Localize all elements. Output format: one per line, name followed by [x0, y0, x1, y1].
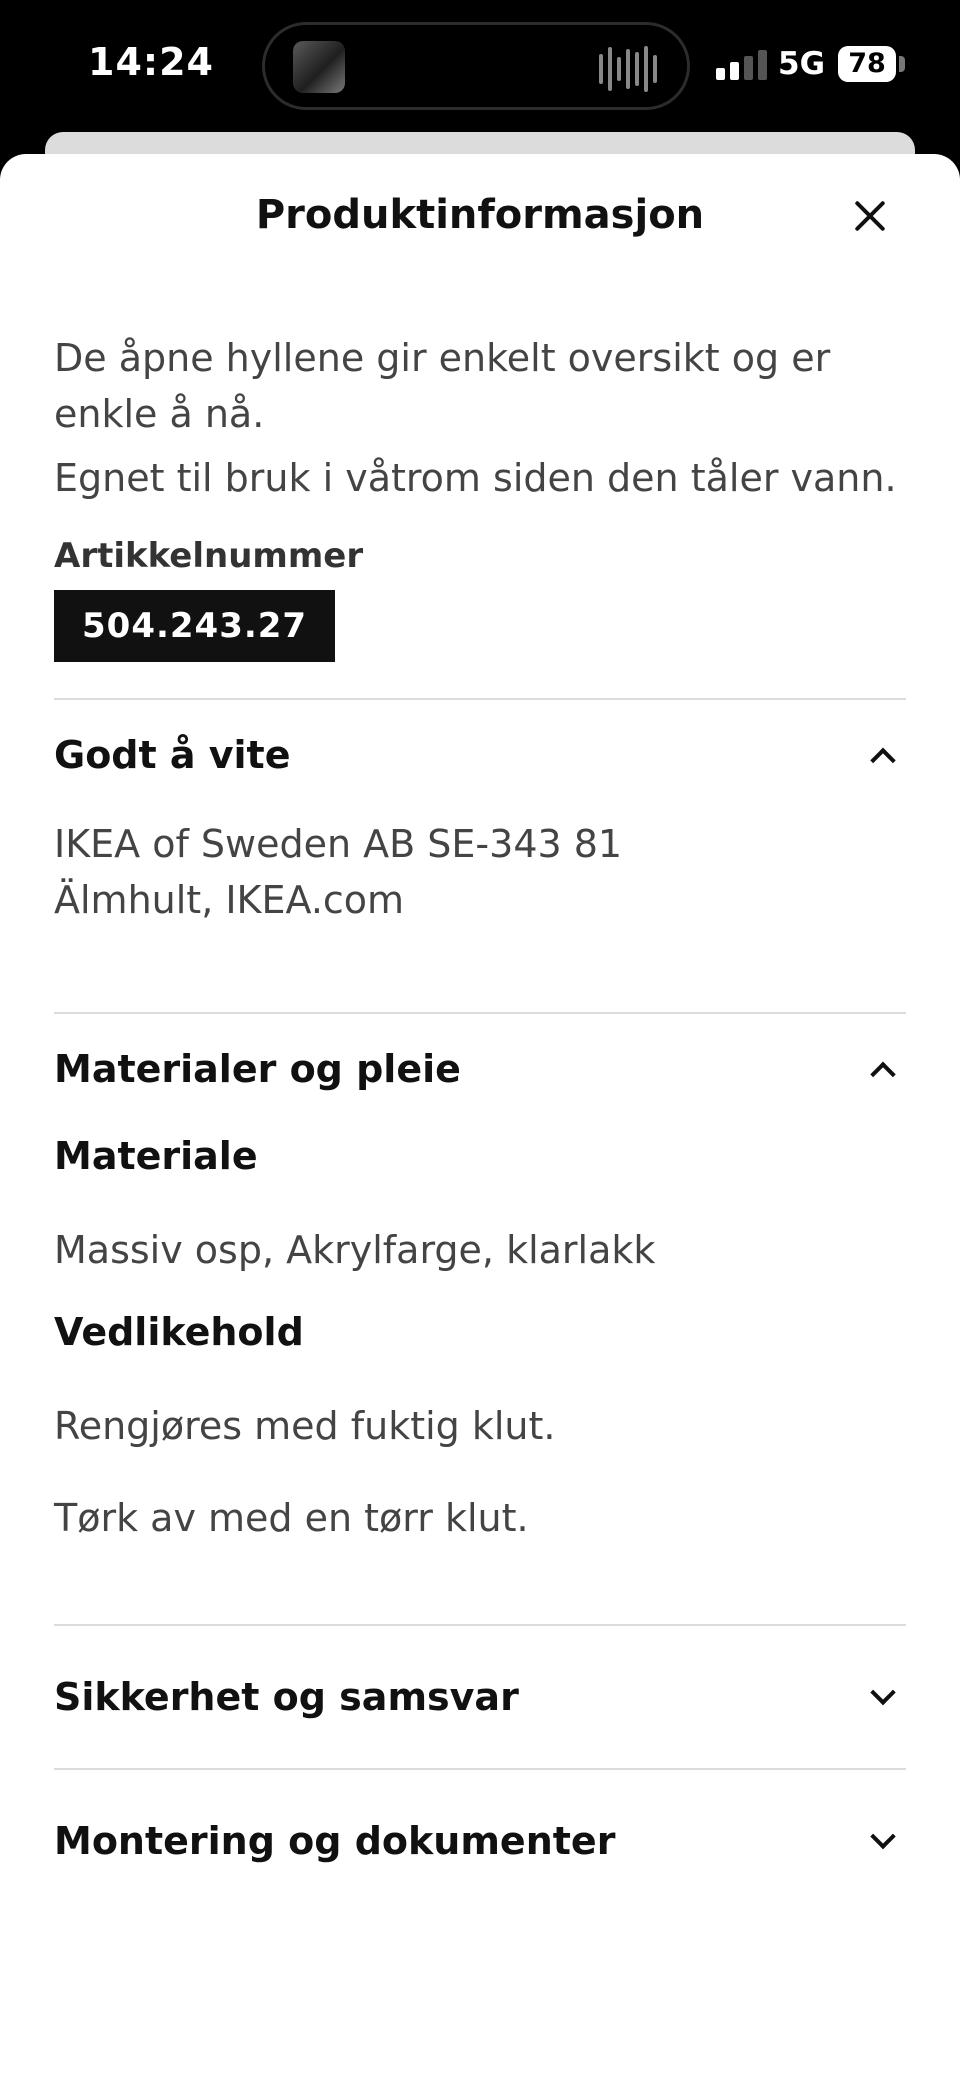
care-text-2: Tørk av med en tørr klut. — [54, 1496, 529, 1540]
section-materials-care: Materialer og pleie Materiale Massiv osp… — [54, 1012, 906, 1624]
description-text: De åpne hyllene gir enkelt oversikt og e… — [54, 336, 831, 436]
cellular-signal-icon — [716, 50, 767, 80]
chevron-down-icon — [870, 1823, 896, 1850]
chevron-down-icon — [870, 1679, 896, 1706]
section-title: Godt å vite — [54, 733, 291, 777]
section-assembly-documents-header[interactable]: Montering og dokumenter — [54, 1770, 906, 1912]
section-safety-compliance-header[interactable]: Sikkerhet og samsvar — [54, 1626, 906, 1768]
good-to-know-text: IKEA of Sweden AB SE-343 81 — [54, 822, 623, 866]
care-heading: Vedlikehold — [54, 1310, 304, 1354]
product-info-sheet: Produktinformasjon De åpne hyllene gir e… — [0, 154, 960, 2081]
description-text-2: Egnet til bruk i våtrom siden den tåler … — [54, 456, 897, 500]
material-text: Massiv osp, Akrylfarge, klarlakk — [54, 1228, 656, 1272]
section-title: Materialer og pleie — [54, 1047, 461, 1091]
good-to-know-text-2: Älmhult, IKEA.com — [54, 878, 405, 922]
section-materials-care-header[interactable]: Materialer og pleie — [54, 1014, 906, 1124]
section-good-to-know-header[interactable]: Godt å vite — [54, 700, 906, 810]
section-title: Sikkerhet og samsvar — [54, 1675, 519, 1719]
sheet-content: De åpne hyllene gir enkelt oversikt og e… — [54, 330, 906, 1912]
article-number-label: Artikkelnummer — [54, 536, 364, 576]
article-number-badge: 504.243.27 — [54, 590, 336, 662]
section-title: Montering og dokumenter — [54, 1819, 616, 1863]
network-type: 5G — [778, 46, 826, 82]
battery-nub — [899, 56, 905, 72]
chevron-up-icon — [870, 1061, 896, 1088]
status-time: 14:24 — [88, 40, 214, 84]
section-safety-compliance: Sikkerhet og samsvar — [54, 1624, 906, 1768]
care-text: Rengjøres med fuktig klut. — [54, 1404, 556, 1448]
close-icon[interactable] — [848, 194, 892, 238]
section-assembly-documents: Montering og dokumenter — [54, 1768, 906, 1912]
now-playing-artwork-icon — [293, 41, 345, 93]
battery-icon: 78 — [838, 46, 896, 82]
dynamic-island[interactable] — [262, 22, 690, 110]
sheet-title: Produktinformasjon — [255, 192, 705, 238]
section-good-to-know: Godt å vite IKEA of Sweden AB SE-343 81 … — [54, 698, 906, 1012]
chevron-up-icon — [870, 747, 896, 774]
status-bar: 14:24 5G 78 — [0, 0, 960, 132]
material-heading: Materiale — [54, 1134, 258, 1178]
audio-waveform-icon — [599, 45, 657, 93]
sheet-header: Produktinformasjon — [0, 154, 960, 282]
